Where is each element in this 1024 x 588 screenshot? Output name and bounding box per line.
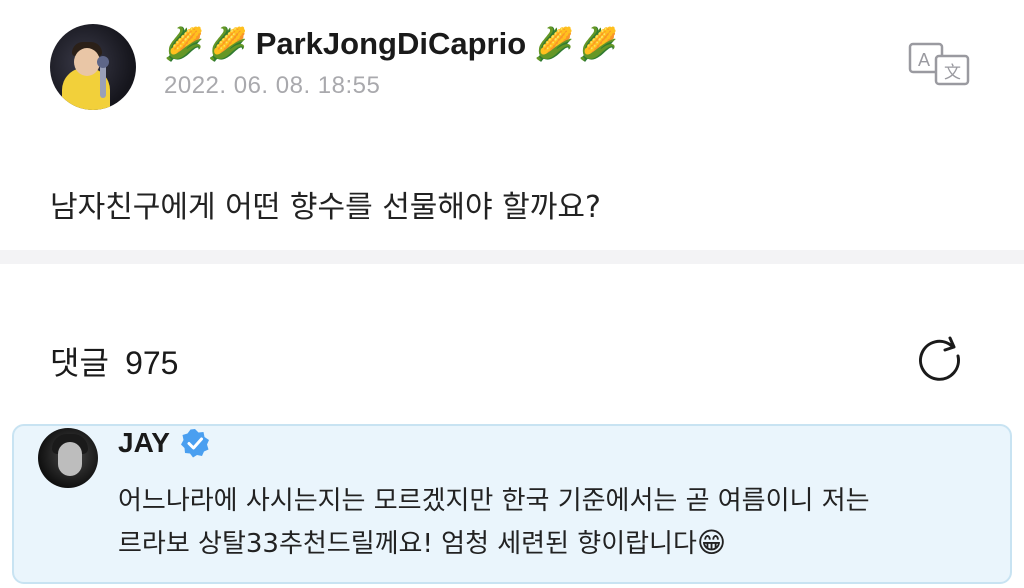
corn-emoji-icon: 🌽 bbox=[207, 25, 248, 63]
section-divider bbox=[0, 250, 1024, 264]
comments-count: 975 bbox=[125, 345, 179, 381]
comment-author-name[interactable]: JAY bbox=[118, 427, 170, 459]
author-avatar[interactable] bbox=[50, 24, 136, 110]
comment-text-line: 르라보 상탈33추천드릴께요! 엄청 세련된 향이랍니다😁 bbox=[118, 522, 998, 565]
corn-emoji-icon: 🌽 bbox=[534, 25, 574, 63]
svg-text:文: 文 bbox=[944, 63, 961, 83]
post-header: 🌽 🌽 ParkJongDiCaprio 🌽 🌽 2022. 06. 08. 1… bbox=[0, 0, 1024, 130]
comment-text-line: 어느나라에 사시는지는 모르겠지만 한국 기준에서는 곧 여름이니 저는 bbox=[118, 486, 870, 516]
avatar-face bbox=[58, 442, 82, 476]
corn-emoji-icon: 🌽 bbox=[164, 25, 204, 63]
comments-label: 댓글 bbox=[50, 344, 109, 382]
comment-text-fragment: 르라보 상탈33추천드릴께요! 엄청 세련된 향이랍니다 bbox=[118, 529, 697, 559]
translate-icon: A 文 bbox=[908, 42, 970, 86]
comments-header: 댓글 975 bbox=[50, 338, 178, 384]
author-name[interactable]: ParkJongDiCaprio bbox=[256, 26, 526, 62]
author-name-row[interactable]: 🌽 🌽 ParkJongDiCaprio 🌽 🌽 bbox=[164, 20, 618, 68]
post-body-text: 남자친구에게 어떤 향수를 선물해야 할까요? bbox=[50, 190, 601, 225]
comment-author-avatar[interactable] bbox=[38, 428, 98, 488]
post-timestamp: 2022. 06. 08. 18:55 bbox=[164, 72, 381, 99]
svg-text:A: A bbox=[918, 50, 930, 70]
comment-author-row[interactable]: JAY bbox=[118, 426, 210, 460]
translate-button[interactable]: A 文 bbox=[906, 40, 972, 86]
comment-item: JAY 어느나라에 사시는지는 모르겠지만 한국 기준에서는 곧 여름이니 저는… bbox=[12, 424, 1012, 584]
comment-text: 어느나라에 사시는지는 모르겠지만 한국 기준에서는 곧 여름이니 저는 르라보… bbox=[118, 480, 998, 565]
avatar-microphone-head bbox=[97, 56, 109, 68]
verified-badge-icon bbox=[180, 429, 209, 458]
refresh-icon bbox=[919, 336, 960, 381]
grinning-face-emoji-icon: 😁 bbox=[696, 526, 727, 559]
corn-emoji-icon: 🌽 bbox=[577, 25, 618, 63]
refresh-button[interactable] bbox=[914, 334, 966, 386]
